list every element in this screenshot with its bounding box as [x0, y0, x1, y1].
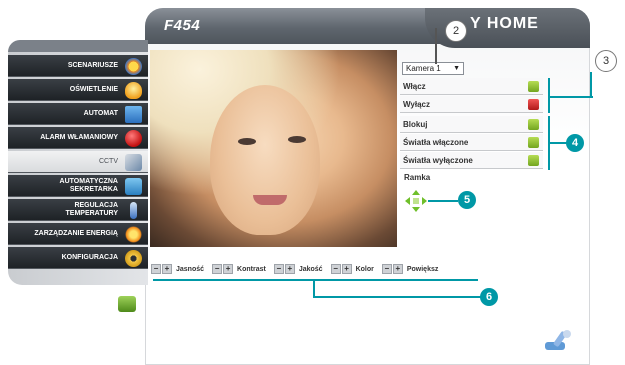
camera-select-value: Kamera 1	[406, 64, 441, 73]
cctv-camera-icon	[125, 154, 142, 171]
control-label: Wyłącz	[403, 100, 430, 109]
callout-2-line	[435, 28, 437, 64]
camera-feed	[150, 50, 397, 247]
back-arrow-icon[interactable]	[118, 296, 136, 312]
energy-icon	[125, 226, 142, 243]
sidebar-item-automat[interactable]: AUTOMAT	[8, 103, 148, 125]
contrast-minus-button[interactable]: −	[212, 264, 223, 274]
callout-2: 2	[445, 20, 467, 42]
scenario-icon	[125, 58, 142, 75]
zoom-control: − + Powiększ	[381, 264, 439, 274]
control-wylacz: Wyłącz	[400, 96, 543, 113]
gear-icon	[125, 250, 142, 267]
alarm-icon	[125, 130, 142, 147]
sidebar-top	[8, 40, 148, 52]
lights-on-button[interactable]	[528, 137, 539, 148]
sidebar-item-label: ZARZĄDZANIE ENERGIĄ	[34, 229, 118, 237]
sidebar-item-label: OŚWIETLENIE	[69, 85, 118, 93]
answering-machine-icon	[125, 178, 142, 195]
wlacz-button[interactable]	[528, 81, 539, 92]
zoom-minus-button[interactable]: −	[381, 264, 392, 274]
app-screen: F454 Y HOME SCENARIUSZE OŚWIETLENIE AUTO…	[0, 0, 625, 365]
color-plus-button[interactable]: +	[341, 264, 352, 274]
sidebar-item-label: CCTV	[98, 157, 118, 165]
page-title: F454	[164, 17, 201, 34]
quality-control: − + Jakość	[273, 264, 323, 274]
sidebar-item-label: AUTOMAT	[83, 109, 118, 117]
lights-off-button[interactable]	[528, 155, 539, 166]
control-blokuj: Blokuj	[400, 116, 543, 133]
zoom-label: Powiększ	[406, 265, 439, 273]
quality-minus-button[interactable]: −	[273, 264, 284, 274]
camera-subject	[210, 85, 320, 235]
lightbulb-icon	[125, 82, 142, 99]
sidebar-item-label: AUTOMATYCZNA SEKRETARKA	[59, 177, 118, 193]
brand-logo: Y HOME	[470, 15, 539, 32]
control-label: Światła włączone	[403, 138, 469, 147]
sidebar-item-label: SCENARIUSZE	[67, 61, 118, 69]
sidebar-item-energia[interactable]: ZARZĄDZANIE ENERGIĄ	[8, 223, 148, 245]
control-swiatla-wylaczone: Światła wyłączone	[400, 152, 543, 169]
callout-4: 4	[566, 134, 584, 152]
sidebar-item-temperatura[interactable]: REGULACJA TEMPERATURY	[8, 199, 148, 221]
contrast-plus-button[interactable]: +	[223, 264, 234, 274]
sidebar-item-oswietlenie[interactable]: OŚWIETLENIE	[8, 79, 148, 101]
callout-6-bracket	[153, 279, 478, 281]
sidebar-item-cctv[interactable]: CCTV	[8, 151, 148, 173]
camera-select[interactable]: Kamera 1 ▼	[402, 62, 464, 75]
sidebar-item-label: ALARM WŁAMANIOWY	[40, 133, 118, 141]
ramka-label: Ramka	[404, 173, 431, 182]
control-label: Blokuj	[403, 120, 428, 129]
blokuj-button[interactable]	[528, 119, 539, 130]
brightness-plus-button[interactable]: +	[162, 264, 172, 274]
contrast-control: − + Kontrast	[212, 264, 266, 274]
callout-6: 6	[480, 288, 498, 306]
zoom-plus-button[interactable]: +	[392, 264, 403, 274]
tools-icon[interactable]	[543, 328, 575, 352]
callout-5-line	[428, 200, 458, 202]
quality-label: Jakość	[298, 265, 323, 273]
control-label: Włącz	[403, 82, 426, 91]
sidebar-item-alarm[interactable]: ALARM WŁAMANIOWY	[8, 127, 148, 149]
automation-icon	[125, 106, 142, 123]
control-swiatla-wlaczone: Światła włączone	[400, 134, 543, 151]
thermometer-icon	[130, 202, 137, 219]
brightness-minus-button[interactable]: −	[151, 264, 161, 274]
sidebar-item-konfiguracja[interactable]: KONFIGURACJA	[8, 247, 148, 269]
quality-plus-button[interactable]: +	[284, 264, 295, 274]
sidebar-item-label: REGULACJA TEMPERATURY	[65, 201, 119, 217]
sidebar-item-scenariusze[interactable]: SCENARIUSZE	[8, 55, 148, 77]
color-control: − + Kolor	[330, 264, 374, 274]
contrast-label: Kontrast	[237, 265, 266, 273]
wylacz-button[interactable]	[528, 99, 539, 110]
control-label: Światła wyłączone	[403, 156, 473, 165]
callout-3: 3	[595, 50, 617, 72]
sidebar-item-label: KONFIGURACJA	[61, 253, 118, 261]
chevron-down-icon: ▼	[453, 65, 460, 72]
direction-pad-icon[interactable]	[405, 190, 427, 212]
callout-5: 5	[458, 191, 476, 209]
brightness-label: Jasność	[176, 265, 205, 273]
color-label: Kolor	[355, 265, 374, 273]
sidebar-item-sekretarka[interactable]: AUTOMATYCZNA SEKRETARKA	[8, 175, 148, 197]
color-minus-button[interactable]: −	[330, 264, 341, 274]
control-wlacz: Włącz	[400, 78, 543, 95]
brightness-control: − + Jasność	[151, 264, 204, 274]
image-adjust-bar: − + Jasność − + Kontrast − + Jakość − + …	[151, 262, 481, 276]
